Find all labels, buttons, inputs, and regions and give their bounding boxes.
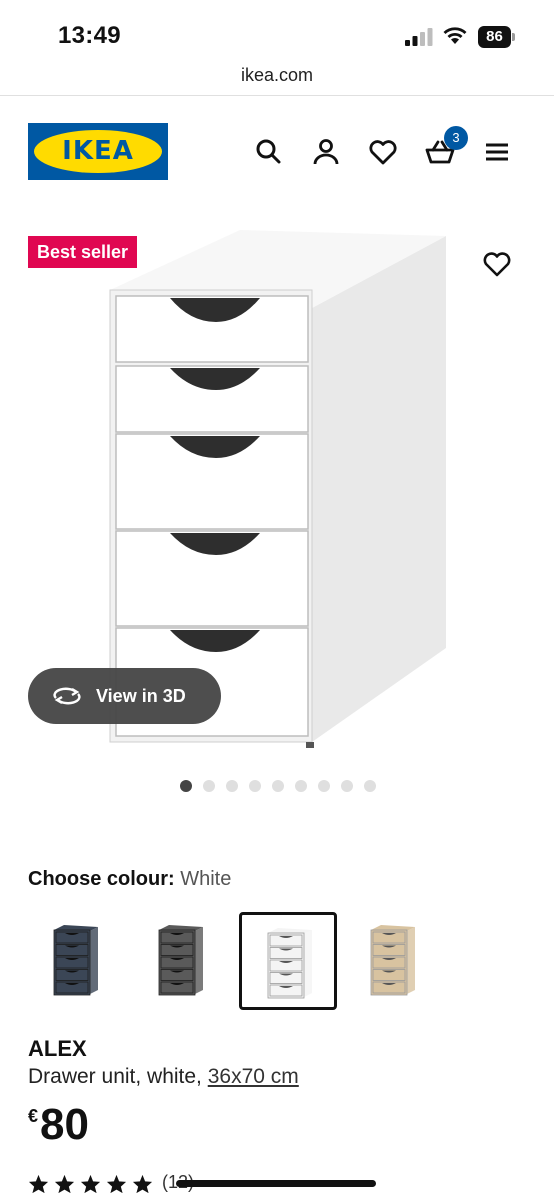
heart-icon [483,252,511,277]
url-text: ikea.com [240,65,314,85]
drawer-unit-thumbnail [158,925,203,996]
gallery-dot[interactable] [180,780,192,792]
home-indicator [176,1180,376,1187]
status-time: 13:49 [58,22,121,49]
product-size-link[interactable]: 36x70 cm [208,1065,299,1088]
price-currency: € [28,1106,39,1126]
gallery-dot[interactable] [341,780,353,792]
gallery-dot[interactable] [364,780,376,792]
search-icon[interactable] [253,136,285,168]
status-bar: 13:49 86 [0,0,554,58]
star-icon [106,1174,127,1194]
colour-swatch-white[interactable] [239,912,337,1010]
gallery-dot[interactable] [226,780,238,792]
wifi-icon [443,27,467,44]
drawer-unit-thumbnail [53,925,98,996]
battery-tip [512,33,515,41]
menu-hamburger-icon[interactable] [481,136,513,168]
colour-chooser-label: Choose colour: White [28,868,231,891]
rotate-3d-icon [53,687,81,705]
colour-swatch-grey[interactable] [133,912,231,1010]
user-account-icon[interactable] [310,136,342,168]
wishlist-heart-icon[interactable] [367,136,399,168]
drawer-unit-thumbnail [370,925,415,996]
star-icon [28,1174,49,1194]
view-in-3d-button[interactable]: View in 3D [28,668,221,724]
battery-level: 86 [478,26,511,48]
gallery-pagination[interactable] [180,780,376,792]
product-description: Drawer unit, white, 36x70 cm [28,1065,299,1089]
star-icon [80,1174,101,1194]
drawer-unit-thumbnail [267,928,312,999]
site-header: IKEA [0,96,554,206]
colour-label-title: Choose colour: [28,868,175,890]
browser-url-bar[interactable]: ikea.com [0,58,554,96]
logo-oval: IKEA [34,130,162,173]
best-seller-badge: Best seller [28,236,138,268]
add-to-favourites-button[interactable] [482,250,512,278]
cart-count-badge: 3 [444,126,468,150]
price-value: 80 [40,1100,89,1149]
gallery-dot[interactable] [249,780,261,792]
gallery-dot[interactable] [203,780,215,792]
ikea-logo[interactable]: IKEA [28,123,168,180]
gallery-dot[interactable] [295,780,307,792]
product-name: ALEX [28,1036,87,1061]
cellular-signal-icon [405,28,433,46]
rating-stars[interactable] [28,1174,153,1194]
star-icon [54,1174,75,1194]
colour-swatch-oak[interactable] [345,912,443,1010]
battery-indicator: 86 [478,26,516,48]
product-gallery[interactable]: Best seller View in 3D [0,206,554,806]
star-icon [132,1174,153,1194]
gallery-dot[interactable] [272,780,284,792]
selected-colour: White [180,868,232,890]
logo-text: IKEA [62,136,134,166]
gallery-dot[interactable] [318,780,330,792]
view-in-3d-label: View in 3D [96,686,186,706]
product-description-text: Drawer unit, white, [28,1065,208,1088]
colour-swatch-blue[interactable] [28,912,126,1010]
